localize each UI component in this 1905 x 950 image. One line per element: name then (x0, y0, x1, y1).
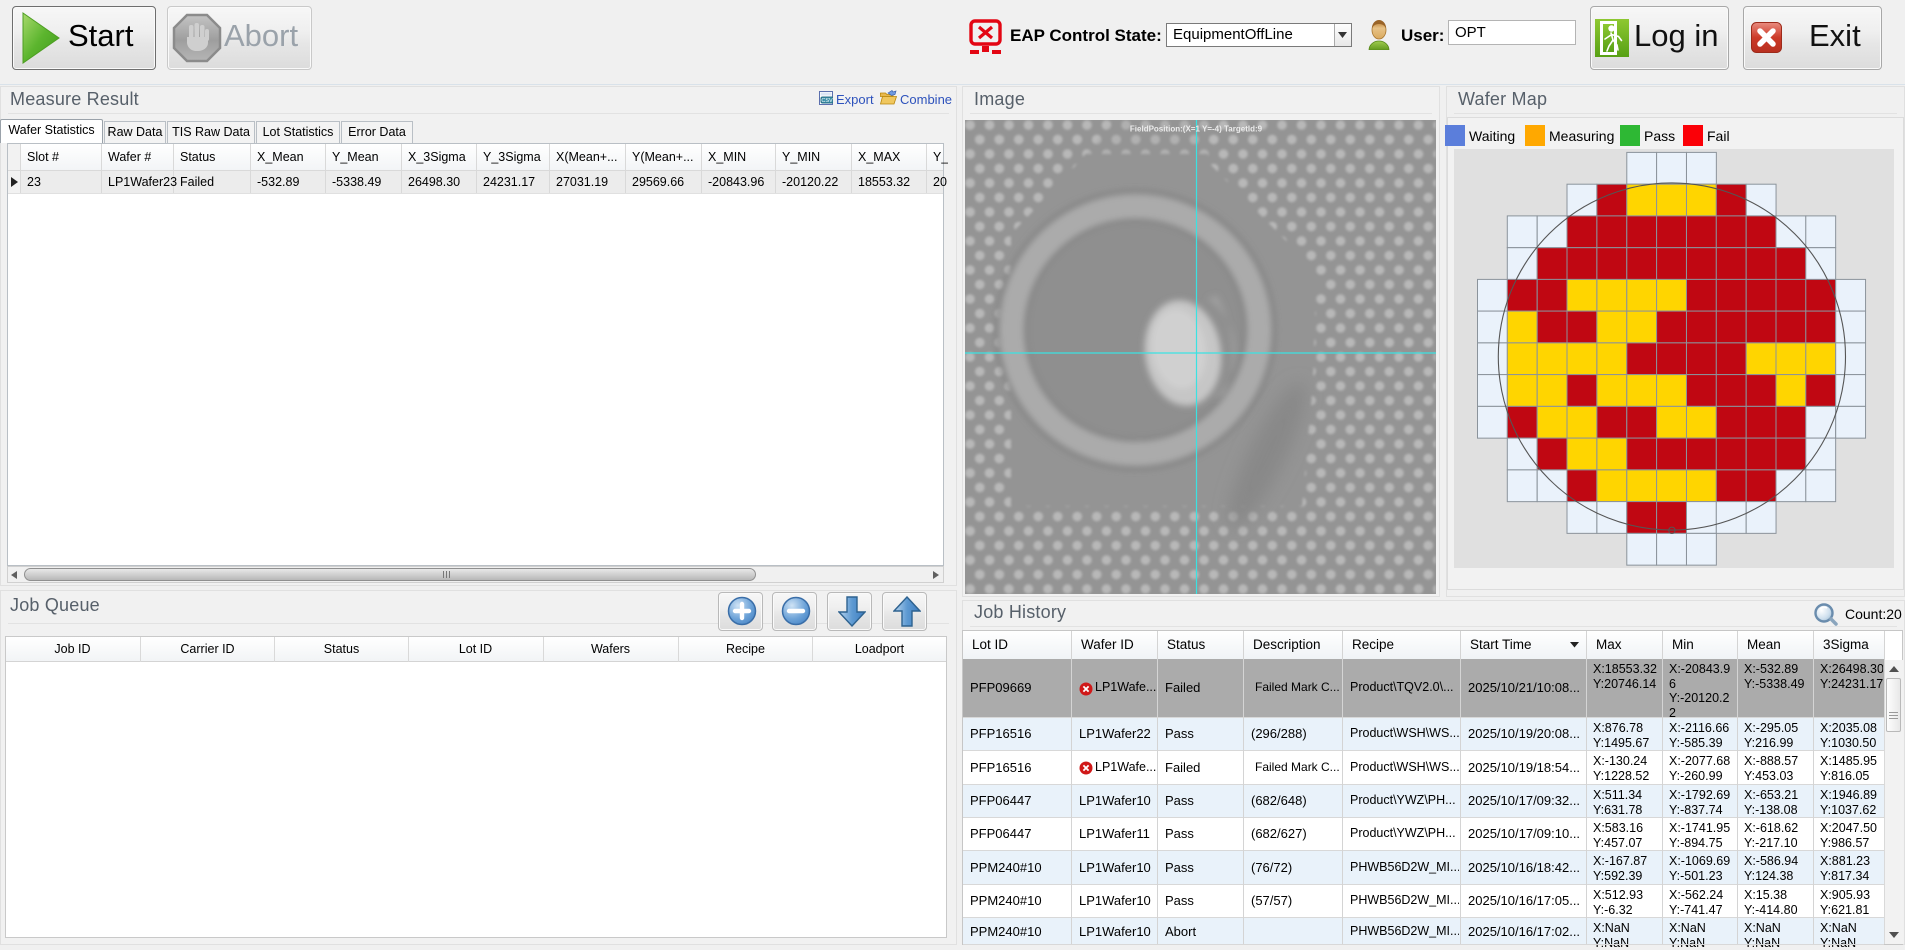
svg-text:CSV: CSV (821, 98, 833, 104)
svg-text:FieldPosition:(X=1 Y=-4) Targe: FieldPosition:(X=1 Y=-4) TargetId:9 (1130, 125, 1263, 134)
